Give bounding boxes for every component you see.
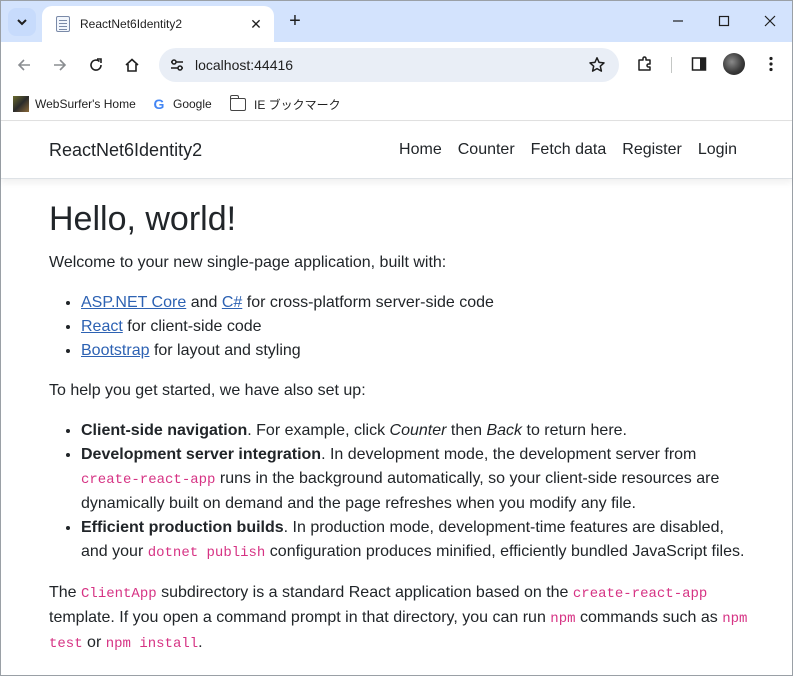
footer-text: The ClientApp subdirectory is a standard…: [49, 584, 748, 652]
puzzle-icon: [638, 56, 651, 71]
code-snippet: create-react-app: [572, 586, 708, 602]
folder-icon: [229, 94, 246, 111]
profile-avatar[interactable]: [723, 53, 745, 75]
bookmark-label: WebSurfer's Home: [35, 97, 136, 111]
code-snippet: ClientApp: [81, 586, 157, 602]
reload-button[interactable]: [82, 51, 110, 79]
list-item: Client-side navigation. For example, cli…: [81, 419, 749, 443]
side-panel-button[interactable]: [686, 51, 712, 77]
forward-arrow-icon: [54, 59, 67, 71]
tab-search-button[interactable]: [8, 8, 36, 36]
bookmark-websurfer[interactable]: WebSurfer's Home: [13, 94, 136, 114]
browser-toolbar: localhost:44416: [1, 42, 792, 87]
main-content: Hello, world! Welcome to your new single…: [49, 191, 749, 672]
setup-intro-text: To help you get started, we have also se…: [49, 382, 366, 399]
toolbar-divider: [671, 57, 672, 73]
address-bar[interactable]: localhost:44416: [159, 48, 619, 82]
minimize-button[interactable]: [666, 9, 690, 33]
close-window-button[interactable]: [758, 9, 782, 33]
feature-title: Efficient production builds: [81, 519, 284, 536]
react-link[interactable]: React: [81, 318, 123, 335]
feature-title: Development server integration: [81, 446, 322, 463]
star-icon: [589, 57, 605, 72]
tune-icon: [171, 59, 183, 71]
built-with-list: ASP.NET Core and C# for cross-platform s…: [49, 291, 749, 363]
code-snippet: npm install: [105, 636, 199, 652]
bookmarks-bar: WebSurfer's Home G Google IE ブックマーク: [1, 87, 792, 121]
page-title: Hello, world!: [49, 200, 237, 238]
maximize-icon: [718, 15, 730, 27]
features-list: Client-side navigation. For example, cli…: [49, 419, 749, 565]
nav-link-fetch-data[interactable]: Fetch data: [531, 141, 607, 159]
back-arrow-icon: [17, 59, 30, 71]
nav-link-register[interactable]: Register: [622, 141, 682, 159]
bookmark-google[interactable]: G Google: [151, 94, 212, 114]
code-snippet: dotnet publish: [147, 545, 266, 561]
more-vertical-icon: [769, 56, 773, 72]
home-button[interactable]: [118, 51, 146, 79]
extensions-button[interactable]: [632, 51, 658, 77]
forward-button[interactable]: [46, 51, 74, 79]
nav-link-counter[interactable]: Counter: [458, 141, 515, 159]
tab-title: ReactNet6Identity2: [80, 17, 183, 31]
tab-strip: ReactNet6Identity2 ✕ +: [1, 1, 792, 42]
list-item: React for client-side code: [81, 315, 749, 339]
code-snippet: create-react-app: [81, 472, 216, 488]
list-item: Efficient production builds. In producti…: [81, 516, 749, 565]
close-icon: [764, 15, 776, 27]
csharp-link[interactable]: C#: [222, 294, 242, 311]
list-item: Bootstrap for layout and styling: [81, 339, 749, 363]
reload-icon: [90, 58, 102, 71]
bootstrap-link[interactable]: Bootstrap: [81, 342, 149, 359]
close-tab-icon[interactable]: ✕: [246, 16, 266, 33]
url-text[interactable]: localhost:44416: [195, 57, 293, 73]
navbar-brand[interactable]: ReactNet6Identity2: [49, 140, 202, 161]
bookmark-label: IE ブックマーク: [254, 97, 341, 112]
bookmark-label: Google: [173, 97, 212, 111]
chevron-down-icon: [17, 19, 27, 26]
page-icon: [56, 16, 70, 32]
new-tab-button[interactable]: +: [283, 9, 307, 33]
code-snippet: npm: [550, 611, 576, 627]
feature-title: Client-side navigation: [81, 422, 248, 439]
maximize-button[interactable]: [712, 9, 736, 33]
nav-link-login[interactable]: Login: [698, 141, 737, 159]
list-item: Development server integration. In devel…: [81, 443, 749, 516]
bookmark-folder-ie[interactable]: IE ブックマーク: [229, 94, 341, 114]
browser-tab[interactable]: ReactNet6Identity2 ✕: [42, 6, 274, 42]
navbar-links: Home Counter Fetch data Register Login: [399, 141, 737, 159]
home-icon: [125, 58, 139, 72]
aspnet-core-link[interactable]: ASP.NET Core: [81, 294, 186, 311]
minimize-icon: [673, 20, 683, 22]
nav-link-home[interactable]: Home: [399, 141, 442, 159]
back-button[interactable]: [10, 51, 38, 79]
intro-text: Welcome to your new single-page applicat…: [49, 254, 447, 271]
side-panel-icon: [691, 57, 707, 71]
websurfer-favicon-icon: [13, 96, 29, 112]
google-icon: G: [153, 96, 165, 112]
site-info-button[interactable]: [165, 53, 189, 77]
list-item: ASP.NET Core and C# for cross-platform s…: [81, 291, 749, 315]
app-navbar: ReactNet6Identity2 Home Counter Fetch da…: [1, 122, 792, 179]
bookmark-star-button[interactable]: [587, 55, 607, 75]
menu-button[interactable]: [758, 51, 784, 77]
